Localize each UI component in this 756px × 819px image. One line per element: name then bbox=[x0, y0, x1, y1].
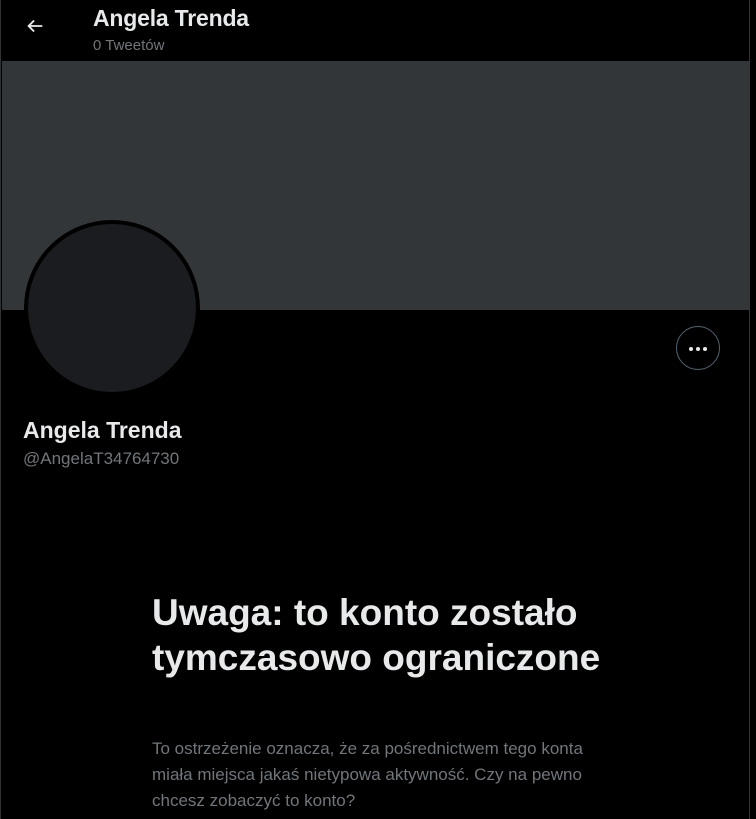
profile-page: Angela Trenda 0 Tweetów Angela Trenda @A… bbox=[0, 0, 750, 819]
arrow-left-icon bbox=[24, 15, 46, 42]
tweet-count: 0 Tweetów bbox=[93, 37, 165, 54]
profile-name: Angela Trenda bbox=[23, 417, 182, 443]
warning-text: To ostrzeżenie oznacza, że za pośrednict… bbox=[152, 739, 583, 810]
more-horizontal-icon bbox=[688, 339, 708, 357]
header-title: Angela Trenda bbox=[93, 5, 249, 31]
more-options-button[interactable] bbox=[676, 326, 720, 370]
warning-title: Uwaga: to konto zostało tymczasowo ogran… bbox=[152, 592, 601, 678]
back-button[interactable] bbox=[18, 11, 52, 45]
profile-handle: @AngelaT34764730 bbox=[23, 449, 180, 468]
avatar[interactable] bbox=[24, 220, 200, 396]
profile-header: Angela Trenda 0 Tweetów bbox=[1, 0, 749, 60]
